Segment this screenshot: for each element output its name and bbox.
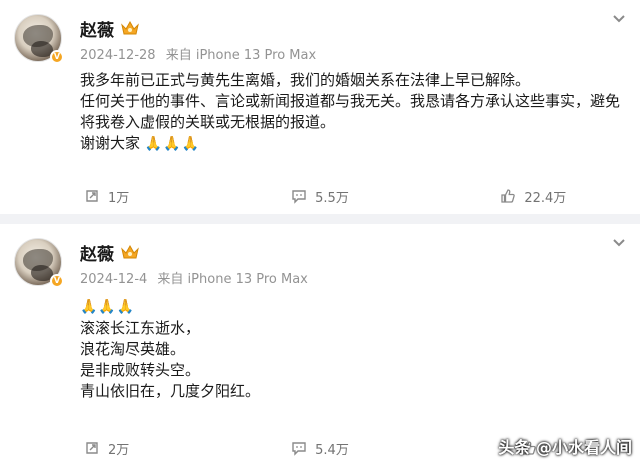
post-date[interactable]: 2024-12-28 bbox=[80, 48, 156, 63]
crown-icon bbox=[121, 244, 139, 259]
comment-button[interactable]: 5.5万 bbox=[213, 184, 426, 208]
like-button[interactable]: 22.4万 bbox=[427, 184, 640, 208]
post-text: 我多年前已正式与黄先生离婚，我们的婚姻关系在法律上早已解除。 任何关于他的事件、… bbox=[80, 70, 630, 155]
post-text: 🙏🙏🙏 滚滚长江东逝水， 浪花淘尽英雄。 是非成败转头空。 青山依旧在，几度夕阳… bbox=[80, 296, 260, 402]
weibo-post-2: V 赵薇 2024-12-4 来自 iPhone 13 Pro Max 🙏🙏🙏 … bbox=[0, 224, 640, 466]
pray-emoji: 🙏🙏🙏 bbox=[144, 136, 201, 152]
post-line: 我多年前已正式与黄先生离婚，我们的婚姻关系在法律上早已解除。 bbox=[80, 71, 531, 89]
post-meta: 2024-12-28 来自 iPhone 13 Pro Max bbox=[80, 44, 316, 63]
comment-icon bbox=[292, 190, 306, 204]
post-line: 青山依旧在，几度夕阳红。 bbox=[80, 382, 261, 400]
post-source: 来自 iPhone 13 Pro Max bbox=[165, 48, 317, 63]
post-line-text: 谢谢大家 bbox=[80, 134, 141, 152]
author-name[interactable]: 赵薇 bbox=[80, 16, 114, 41]
like-icon bbox=[501, 189, 516, 203]
crown-icon bbox=[121, 20, 139, 35]
comment-icon bbox=[292, 442, 306, 456]
post-line: 任何关于他的事件、言论或新闻报道都与我无关。我恳请各方承认这些事实，避免将我卷入… bbox=[80, 92, 621, 131]
comment-button[interactable]: 5.4万 bbox=[213, 436, 426, 460]
watermark-text: 头条 @小水看人间 bbox=[498, 438, 632, 457]
like-count: 22.4万 bbox=[524, 190, 567, 206]
comment-count: 5.4万 bbox=[315, 442, 349, 458]
post-date[interactable]: 2024-12-4 bbox=[80, 272, 147, 287]
comment-count: 5.5万 bbox=[315, 190, 349, 206]
repost-button[interactable]: 2万 bbox=[0, 436, 213, 460]
post-line: 浪花淘尽英雄。 bbox=[80, 340, 186, 358]
repost-count: 2万 bbox=[108, 442, 130, 458]
repost-icon bbox=[86, 442, 98, 454]
pray-emoji: 🙏🙏🙏 bbox=[80, 299, 136, 315]
repost-button[interactable]: 1万 bbox=[0, 184, 213, 208]
author-row: 赵薇 bbox=[80, 240, 140, 265]
post-source: 来自 iPhone 13 Pro Max bbox=[157, 272, 308, 287]
post-meta: 2024-12-4 来自 iPhone 13 Pro Max bbox=[80, 268, 308, 287]
author-row: 赵薇 bbox=[80, 16, 140, 41]
author-name[interactable]: 赵薇 bbox=[80, 240, 114, 265]
chevron-down-icon[interactable] bbox=[612, 238, 626, 248]
post-line: 🙏🙏🙏 bbox=[80, 296, 260, 318]
post-line: 是非成败转头空。 bbox=[80, 361, 201, 379]
post-line: 滚滚长江东逝水， bbox=[80, 319, 201, 337]
weibo-post-1: V 赵薇 2024-12-28 来自 iPhone 13 Pro Max 我多年… bbox=[0, 0, 640, 214]
action-bar: 1万 5.5万 22.4万 bbox=[0, 184, 640, 208]
chevron-down-icon[interactable] bbox=[612, 14, 626, 24]
repost-count: 1万 bbox=[108, 190, 130, 206]
verified-badge-icon: V bbox=[50, 50, 64, 64]
repost-icon bbox=[86, 190, 98, 202]
verified-badge-icon: V bbox=[50, 274, 64, 288]
post-line: 谢谢大家 🙏🙏🙏 bbox=[80, 133, 630, 155]
